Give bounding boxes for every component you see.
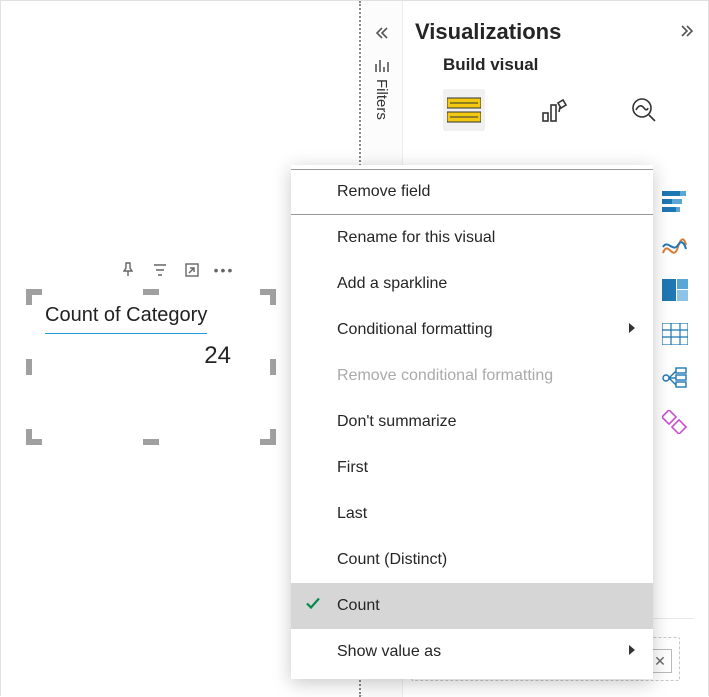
viz-type-gallery <box>660 187 694 437</box>
menu-item-rename-for-this-visual[interactable]: Rename for this visual <box>291 215 653 261</box>
menu-item-remove-conditional-formatting: Remove conditional formatting <box>291 353 653 399</box>
treemap-icon[interactable] <box>660 275 690 305</box>
menu-item-first[interactable]: First <box>291 445 653 491</box>
visual-toolbar: ••• <box>119 261 233 279</box>
tab-format-visual[interactable] <box>533 89 575 131</box>
menu-item-label: Don't summarize <box>337 413 457 431</box>
menu-item-label: Show value as <box>337 643 441 661</box>
model-icon[interactable] <box>660 407 690 437</box>
menu-item-label: Remove conditional formatting <box>337 367 553 385</box>
menu-item-label: Add a sparkline <box>337 275 447 293</box>
card-body: Count of Category 24 <box>39 300 263 434</box>
menu-item-remove-field[interactable]: Remove field <box>291 169 653 215</box>
menu-item-conditional-formatting[interactable]: Conditional formatting <box>291 307 653 353</box>
filters-label[interactable]: Filters <box>373 79 390 120</box>
more-icon[interactable]: ••• <box>215 261 233 279</box>
menu-item-label: Rename for this visual <box>337 229 495 247</box>
checkmark-icon <box>305 596 321 617</box>
tab-build-visual[interactable] <box>443 89 485 131</box>
bar-chart-icon <box>375 59 389 75</box>
chevron-right-icon <box>627 321 637 339</box>
filter-icon[interactable] <box>151 261 169 279</box>
menu-item-add-a-sparkline[interactable]: Add a sparkline <box>291 261 653 307</box>
ribbon-icon[interactable] <box>660 231 690 261</box>
menu-item-last[interactable]: Last <box>291 491 653 537</box>
menu-item-don-t-summarize[interactable]: Don't summarize <box>291 399 653 445</box>
menu-item-label: First <box>337 459 368 477</box>
collapse-pane-icon[interactable] <box>680 19 696 45</box>
matrix-icon[interactable] <box>660 319 690 349</box>
stacked-bar-icon[interactable] <box>660 187 690 217</box>
menu-item-label: Last <box>337 505 367 523</box>
pin-icon[interactable] <box>119 261 137 279</box>
decomposition-icon[interactable] <box>660 363 690 393</box>
field-context-menu: Remove field Rename for this visual Add a … <box>291 165 653 679</box>
pane-title: Visualizations <box>415 19 561 45</box>
pane-tabs <box>415 89 696 131</box>
chevron-right-icon <box>627 643 637 661</box>
menu-item-label: Count <box>337 597 380 615</box>
card-visual[interactable]: Count of Category 24 <box>29 292 273 442</box>
menu-item-label: Remove field <box>337 183 430 201</box>
card-title: Count of Category <box>45 304 207 334</box>
expand-filters-icon[interactable] <box>373 25 389 44</box>
menu-item-count-distinct[interactable]: Count (Distinct) <box>291 537 653 583</box>
card-value: 24 <box>45 342 257 370</box>
focus-mode-icon[interactable] <box>183 261 201 279</box>
tab-analytics[interactable] <box>623 89 665 131</box>
pane-subtitle: Build visual <box>415 55 696 75</box>
menu-item-count[interactable]: Count <box>291 583 653 629</box>
menu-item-label: Conditional formatting <box>337 321 493 339</box>
menu-item-label: Count (Distinct) <box>337 551 447 569</box>
menu-item-show-value-as[interactable]: Show value as <box>291 629 653 675</box>
